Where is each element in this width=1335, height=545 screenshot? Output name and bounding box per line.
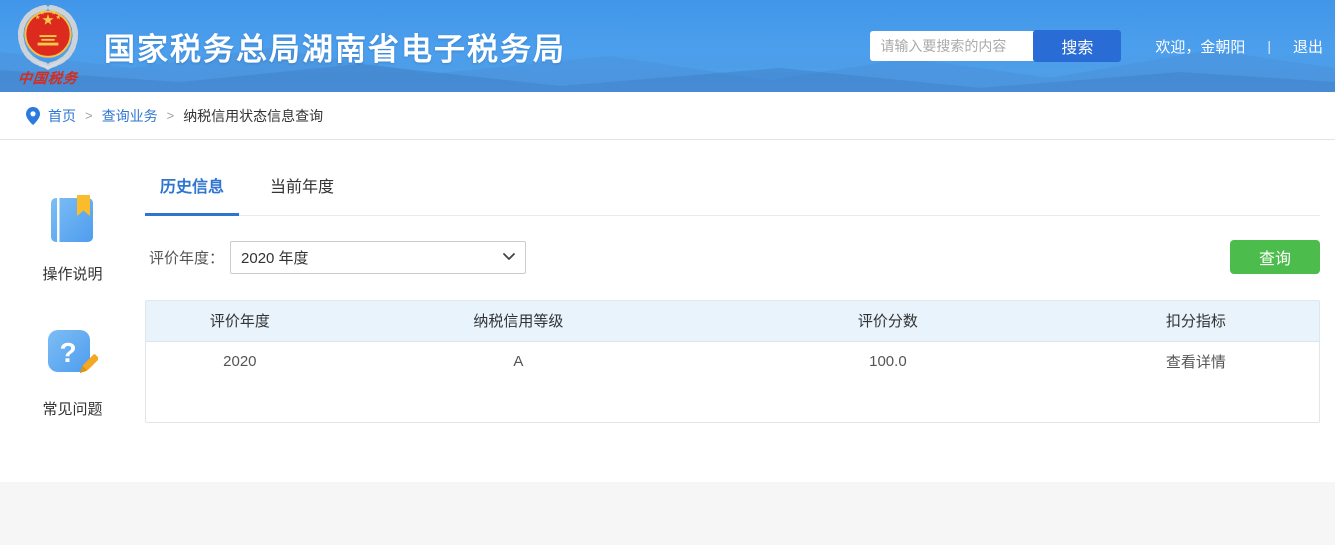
welcome-text: 欢迎，金朝阳 xyxy=(1155,36,1245,57)
sidebar-item-instructions[interactable]: 操作说明 xyxy=(42,195,102,284)
cell-year: 2020 xyxy=(146,341,334,381)
cell-score: 100.0 xyxy=(703,341,1072,381)
content-area: 操作说明 ? 常见问题 历史信息 当前年度 xyxy=(0,140,1335,452)
col-header-credit-level: 纳税信用等级 xyxy=(334,301,703,341)
tab-current-year[interactable]: 当前年度 xyxy=(255,173,349,215)
question-icon: ? xyxy=(46,328,98,378)
book-icon xyxy=(47,195,97,243)
national-tax-emblem-icon xyxy=(12,4,84,70)
breadcrumb: 首页 > 查询业务 > 纳税信用状态信息查询 xyxy=(0,92,1335,140)
search-input[interactable] xyxy=(870,31,1036,61)
evaluation-year-label: 评价年度： xyxy=(149,247,224,268)
table-row: 2020 A 100.0 查看详情 xyxy=(146,341,1319,381)
sidebar-item-label: 常见问题 xyxy=(42,398,102,419)
location-pin-icon xyxy=(26,107,40,125)
header-separator: | xyxy=(1267,38,1271,54)
sidebar-item-faq[interactable]: ? 常见问题 xyxy=(42,328,102,419)
header: 中国税务 国家税务总局湖南省电子税务局 搜索 欢迎，金朝阳 | 退出 xyxy=(0,0,1335,92)
sidebar-item-label: 操作说明 xyxy=(42,263,102,284)
tax-emblem-logo: 中国税务 xyxy=(8,4,88,88)
breadcrumb-separator: > xyxy=(85,108,93,123)
breadcrumb-home[interactable]: 首页 xyxy=(48,106,76,126)
footer-area xyxy=(0,482,1335,545)
main-panel: 历史信息 当前年度 评价年度： 2020 年度 查询 评价年度 xyxy=(145,140,1320,452)
logout-button[interactable]: 退出 xyxy=(1293,36,1323,57)
breadcrumb-current: 纳税信用状态信息查询 xyxy=(183,106,323,126)
header-right: 搜索 欢迎，金朝阳 | 退出 xyxy=(870,30,1335,62)
query-button[interactable]: 查询 xyxy=(1230,240,1320,274)
col-header-year: 评价年度 xyxy=(146,301,334,341)
help-sidebar: 操作说明 ? 常见问题 xyxy=(0,140,145,452)
view-details-link[interactable]: 查看详情 xyxy=(1073,341,1319,381)
breadcrumb-separator: > xyxy=(167,108,175,123)
tab-history-info[interactable]: 历史信息 xyxy=(145,173,239,216)
logo-caption: 中国税务 xyxy=(17,68,79,88)
chevron-down-icon xyxy=(503,253,515,261)
site-title: 国家税务总局湖南省电子税务局 xyxy=(104,24,566,69)
table-header-row: 评价年度 纳税信用等级 评价分数 扣分指标 xyxy=(146,301,1319,341)
results-table: 评价年度 纳税信用等级 评价分数 扣分指标 2020 A 100.0 查看详情 xyxy=(145,300,1320,423)
search-button[interactable]: 搜索 xyxy=(1033,30,1121,62)
selected-year-value: 2020 年度 xyxy=(241,247,309,268)
col-header-score: 评价分数 xyxy=(703,301,1072,341)
svg-text:?: ? xyxy=(60,337,77,368)
breadcrumb-section[interactable]: 查询业务 xyxy=(102,106,158,126)
cell-credit-level: A xyxy=(334,341,703,381)
filter-row: 评价年度： 2020 年度 查询 xyxy=(145,240,1320,274)
tab-bar: 历史信息 当前年度 xyxy=(145,173,1320,216)
evaluation-year-select[interactable]: 2020 年度 xyxy=(230,241,526,274)
col-header-deduction: 扣分指标 xyxy=(1073,301,1319,341)
